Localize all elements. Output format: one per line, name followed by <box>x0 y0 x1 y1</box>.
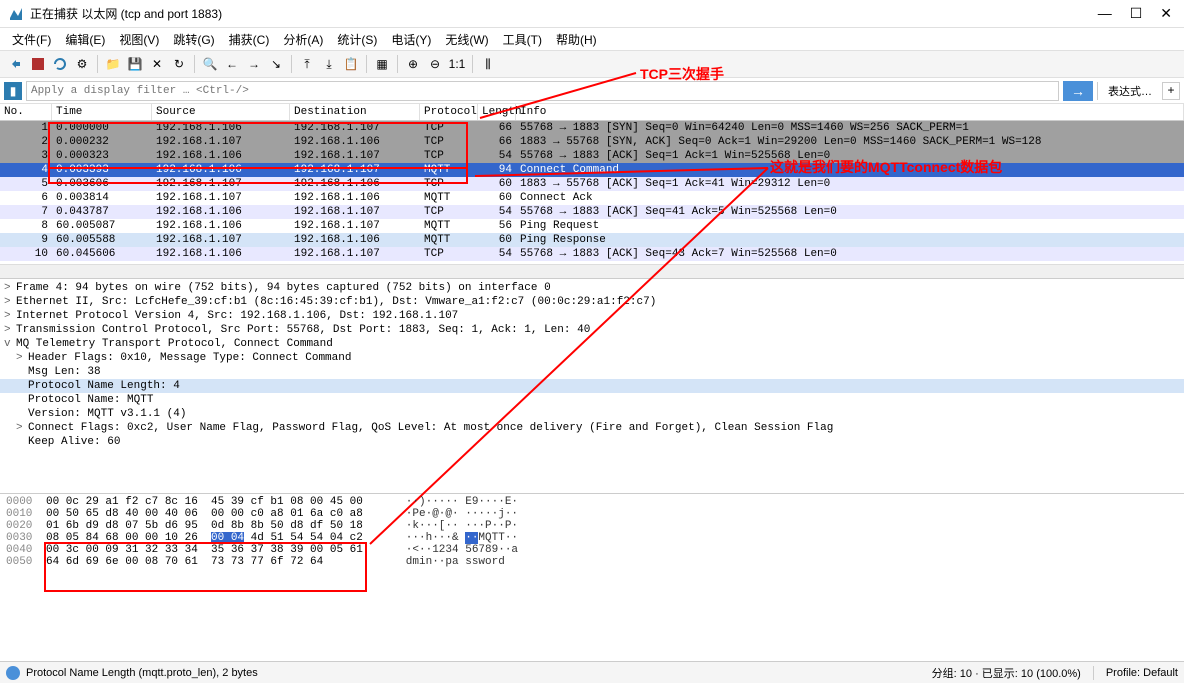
packet-row[interactable]: 960.005588192.168.1.107192.168.1.106MQTT… <box>0 233 1184 247</box>
packet-list-header[interactable]: No. Time Source Destination Protocol Len… <box>0 104 1184 121</box>
minimize-button[interactable]: — <box>1098 5 1112 22</box>
options-icon[interactable]: ⚙ <box>72 54 92 74</box>
zoom-out-icon[interactable]: ⊖ <box>425 54 445 74</box>
col-header-destination[interactable]: Destination <box>290 104 420 120</box>
hex-row[interactable]: 004000 3c 00 09 31 32 33 34 35 36 37 38 … <box>6 544 1178 556</box>
reload-icon[interactable]: ↻ <box>169 54 189 74</box>
close-file-icon[interactable]: ✕ <box>147 54 167 74</box>
tree-row[interactable]: Msg Len: 38 <box>0 365 1184 379</box>
tree-row[interactable]: Version: MQTT v3.1.1 (4) <box>0 407 1184 421</box>
add-filter-button[interactable]: + <box>1162 82 1180 100</box>
hex-row[interactable]: 000000 0c 29 a1 f2 c7 8c 16 45 39 cf b1 … <box>6 496 1178 508</box>
hex-row[interactable]: 002001 6b d9 d8 07 5b d6 95 0d 8b 8b 50 … <box>6 520 1178 532</box>
menu-item[interactable]: 文件(F) <box>6 29 57 50</box>
display-filter-input[interactable] <box>26 81 1059 101</box>
tree-row[interactable]: Keep Alive: 60 <box>0 435 1184 449</box>
expert-info-icon[interactable] <box>6 666 20 680</box>
menubar: 文件(F)编辑(E)视图(V)跳转(G)捕获(C)分析(A)统计(S)电话(Y)… <box>0 28 1184 50</box>
colorize-icon[interactable]: ▦ <box>372 54 392 74</box>
tree-row[interactable]: Protocol Name: MQTT <box>0 393 1184 407</box>
start-capture-icon[interactable] <box>6 54 26 74</box>
packet-row[interactable]: 70.043787192.168.1.106192.168.1.107TCP54… <box>0 205 1184 219</box>
first-packet-icon[interactable]: ⤒ <box>297 54 317 74</box>
menu-item[interactable]: 编辑(E) <box>59 29 111 50</box>
titlebar: 正在捕获 以太网 (tcp and port 1883) — ☐ ✕ <box>0 0 1184 28</box>
save-file-icon[interactable]: 💾 <box>125 54 145 74</box>
col-header-time[interactable]: Time <box>52 104 152 120</box>
auto-scroll-icon[interactable]: 📋 <box>341 54 361 74</box>
close-button[interactable]: ✕ <box>1160 5 1172 22</box>
packet-row[interactable]: 860.005087192.168.1.106192.168.1.107MQTT… <box>0 219 1184 233</box>
tree-row[interactable]: >Transmission Control Protocol, Src Port… <box>0 323 1184 337</box>
col-header-info[interactable]: Info <box>516 104 1184 120</box>
menu-item[interactable]: 跳转(G) <box>167 29 220 50</box>
hex-row[interactable]: 003008 05 84 68 00 00 10 26 00 04 4d 51 … <box>6 532 1178 544</box>
status-left-text: Protocol Name Length (mqtt.proto_len), 2… <box>26 667 258 679</box>
tree-row[interactable]: Protocol Name Length: 4 <box>0 379 1184 393</box>
tree-row[interactable]: >Connect Flags: 0xc2, User Name Flag, Pa… <box>0 421 1184 435</box>
tree-row[interactable]: >Internet Protocol Version 4, Src: 192.1… <box>0 309 1184 323</box>
packet-row[interactable]: 20.000232192.168.1.107192.168.1.106TCP66… <box>0 135 1184 149</box>
col-header-length[interactable]: Length <box>478 104 516 120</box>
status-profile-text[interactable]: Profile: Default <box>1106 667 1178 679</box>
find-icon[interactable]: 🔍 <box>200 54 220 74</box>
zoom-reset-icon[interactable]: 1:1 <box>447 54 467 74</box>
col-header-protocol[interactable]: Protocol <box>420 104 478 120</box>
goto-icon[interactable]: ↘ <box>266 54 286 74</box>
menu-item[interactable]: 分析(A) <box>277 29 329 50</box>
packet-list-pane[interactable]: No. Time Source Destination Protocol Len… <box>0 104 1184 279</box>
status-packets-text: 分组: 10 · 已显示: 10 (100.0%) <box>932 665 1081 681</box>
statusbar: Protocol Name Length (mqtt.proto_len), 2… <box>0 661 1184 683</box>
wireshark-icon <box>8 6 24 22</box>
col-header-source[interactable]: Source <box>152 104 290 120</box>
packet-row[interactable]: 10.000000192.168.1.106192.168.1.107TCP66… <box>0 121 1184 135</box>
resize-columns-icon[interactable]: ⫼ <box>478 54 498 74</box>
packet-row[interactable]: 40.003393192.168.1.106192.168.1.107MQTT9… <box>0 163 1184 177</box>
packet-row[interactable]: 30.000323192.168.1.106192.168.1.107TCP54… <box>0 149 1184 163</box>
tree-row[interactable]: vMQ Telemetry Transport Protocol, Connec… <box>0 337 1184 351</box>
hex-row[interactable]: 005064 6d 69 6e 00 08 70 61 73 73 77 6f … <box>6 556 1178 568</box>
next-icon[interactable]: → <box>244 54 264 74</box>
menu-item[interactable]: 工具(T) <box>497 29 548 50</box>
packet-row[interactable]: 50.003606192.168.1.107192.168.1.106TCP60… <box>0 177 1184 191</box>
packet-detail-pane[interactable]: >Frame 4: 94 bytes on wire (752 bits), 9… <box>0 279 1184 494</box>
tree-row[interactable]: >Header Flags: 0x10, Message Type: Conne… <box>0 351 1184 365</box>
col-header-no[interactable]: No. <box>0 104 52 120</box>
zoom-in-icon[interactable]: ⊕ <box>403 54 423 74</box>
maximize-button[interactable]: ☐ <box>1130 5 1143 22</box>
menu-item[interactable]: 帮助(H) <box>550 29 603 50</box>
open-file-icon[interactable]: 📁 <box>103 54 123 74</box>
window-title: 正在捕获 以太网 (tcp and port 1883) <box>30 5 1098 22</box>
tree-row[interactable]: >Frame 4: 94 bytes on wire (752 bits), 9… <box>0 281 1184 295</box>
menu-item[interactable]: 电话(Y) <box>385 29 437 50</box>
menu-item[interactable]: 统计(S) <box>331 29 383 50</box>
restart-capture-icon[interactable] <box>50 54 70 74</box>
filter-bookmark-icon[interactable]: ▮ <box>4 82 22 100</box>
tree-row[interactable]: >Ethernet II, Src: LcfcHefe_39:cf:b1 (8c… <box>0 295 1184 309</box>
stop-capture-icon[interactable] <box>28 54 48 74</box>
filter-bar: ▮ → 表达式… + <box>0 78 1184 104</box>
menu-item[interactable]: 视图(V) <box>113 29 165 50</box>
packet-list-hscroll[interactable] <box>0 264 1184 278</box>
hex-row[interactable]: 001000 50 65 d8 40 00 40 06 00 00 c0 a8 … <box>6 508 1178 520</box>
packet-row[interactable]: 60.003814192.168.1.107192.168.1.106MQTT6… <box>0 191 1184 205</box>
packet-row[interactable]: 1060.045606192.168.1.106192.168.1.107TCP… <box>0 247 1184 261</box>
apply-filter-button[interactable]: → <box>1063 81 1093 101</box>
menu-item[interactable]: 无线(W) <box>439 29 494 50</box>
last-packet-icon[interactable]: ⤓ <box>319 54 339 74</box>
menu-item[interactable]: 捕获(C) <box>223 29 276 50</box>
toolbar: ⚙ 📁 💾 ✕ ↻ 🔍 ← → ↘ ⤒ ⤓ 📋 ▦ ⊕ ⊖ 1:1 ⫼ <box>0 50 1184 78</box>
expression-button[interactable]: 表达式… <box>1102 81 1158 101</box>
prev-icon[interactable]: ← <box>222 54 242 74</box>
